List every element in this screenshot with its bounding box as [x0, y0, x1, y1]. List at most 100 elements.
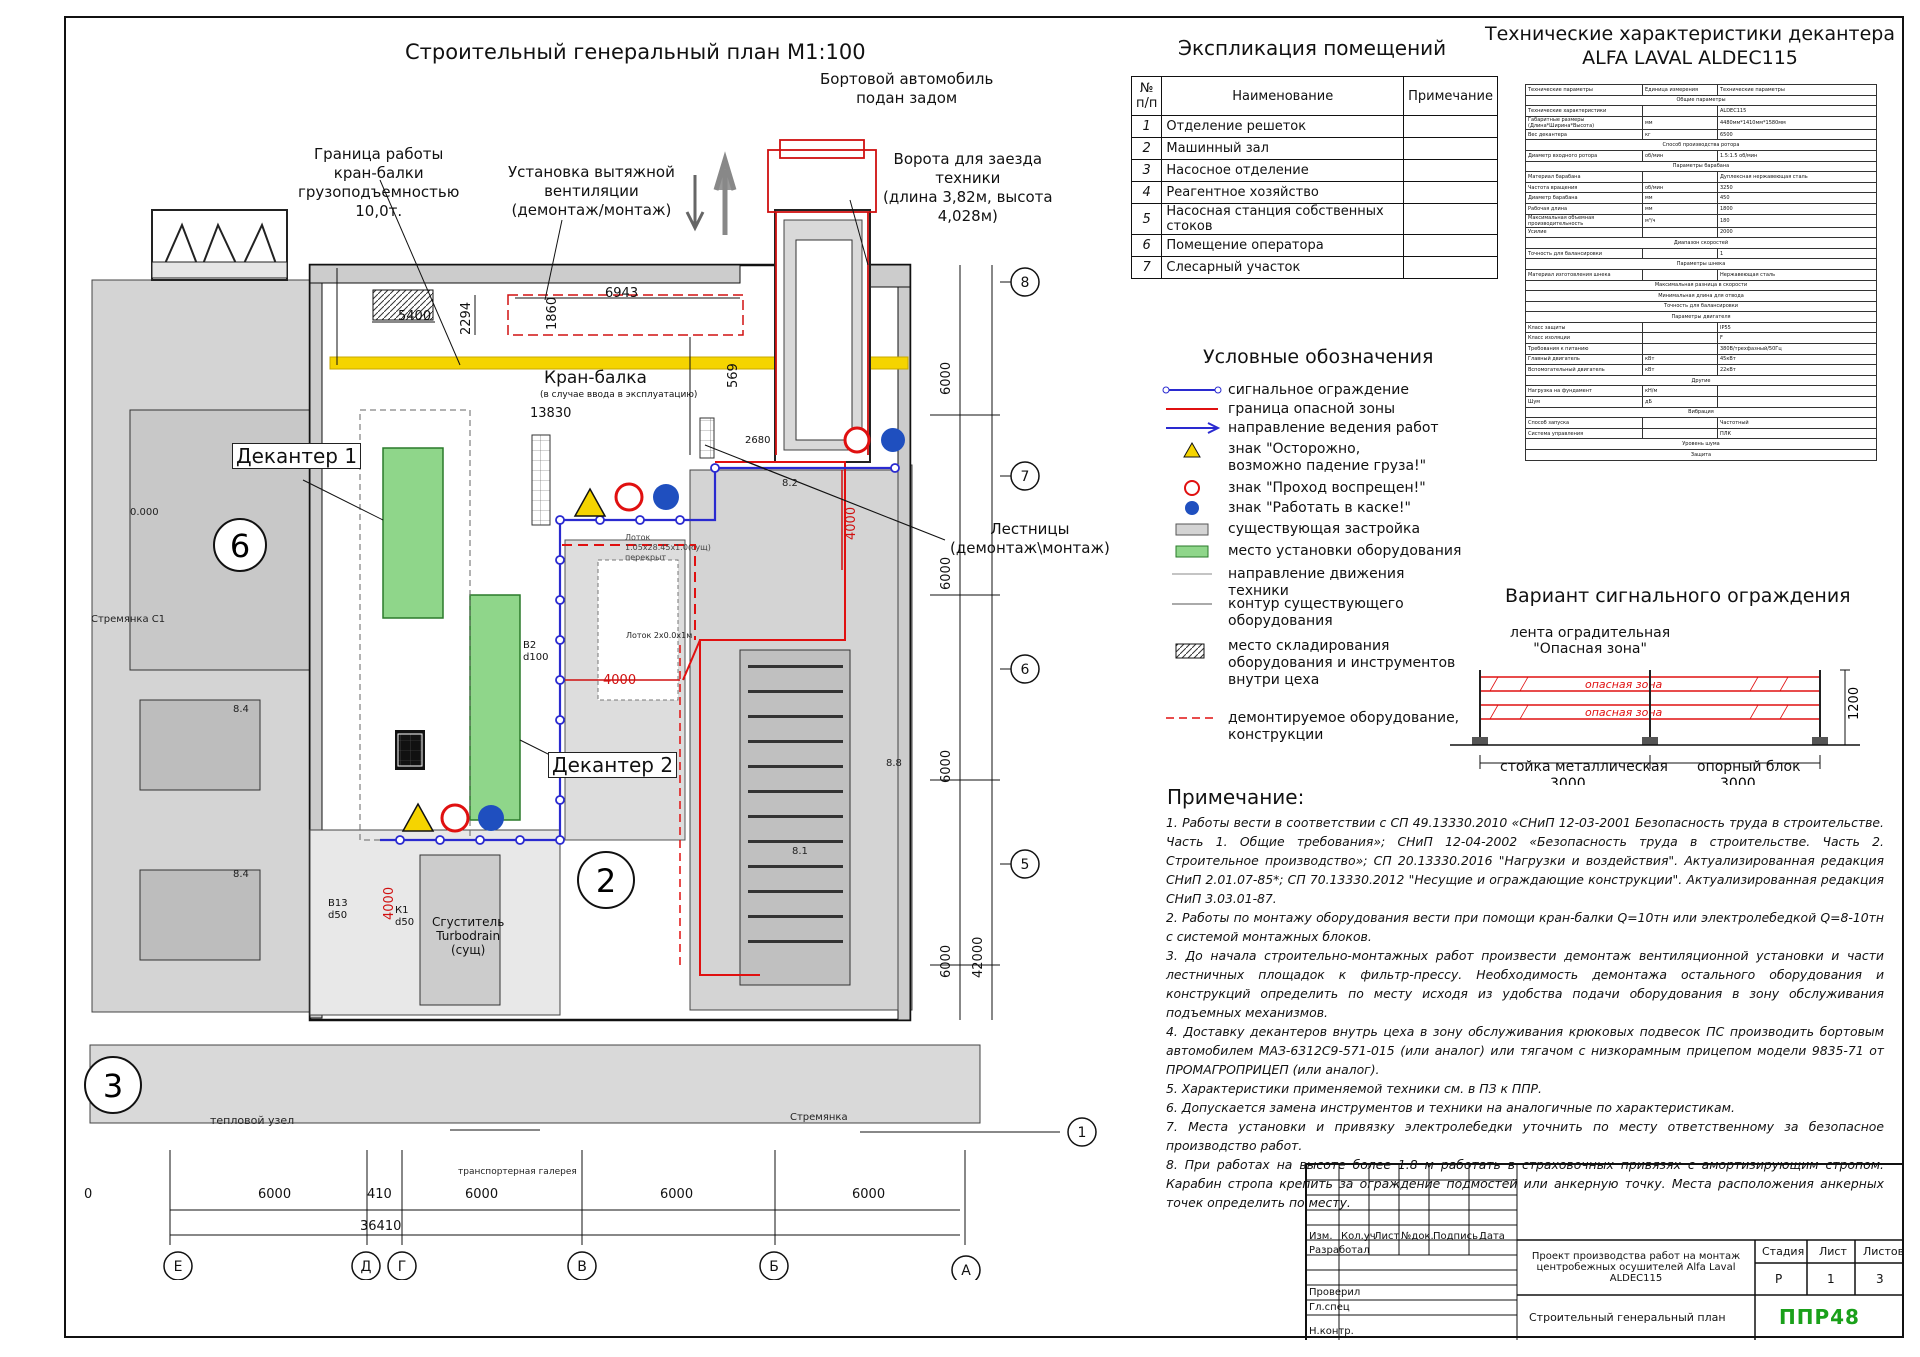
fence-dim-1: 3000	[1550, 776, 1586, 785]
col-note: Примечание	[1403, 76, 1498, 116]
company-logo: ППР48	[1779, 1305, 1860, 1329]
table-row: 6 Помещение оператора	[1130, 234, 1498, 257]
note-item: 2. Работы по монтажу оборудования вести …	[1166, 910, 1884, 944]
role-norm-control: Н.контр.	[1309, 1326, 1354, 1337]
crane-note: (в случае ввода в эксплуатацию)	[540, 390, 698, 400]
dim-6000-v3: 6000	[939, 750, 954, 783]
axis-label: 5	[1021, 857, 1030, 873]
stair-a	[531, 434, 551, 526]
block-8-4b	[139, 869, 261, 961]
table-row: 1 Отделение решеток	[1130, 115, 1498, 138]
axis-label: А	[961, 1263, 971, 1279]
spec-row: Нагрузка на фундамент кН/м	[1525, 385, 1877, 398]
spec-row: Диаметр входного ротора об/мин 1.5:1.5 об/…	[1525, 149, 1877, 162]
dim-6943: 6943	[605, 286, 638, 301]
notes-title: Примечание:	[1167, 785, 1305, 809]
falling-load-sign-icon	[1183, 441, 1201, 458]
level-mark: 0.000	[130, 507, 159, 518]
room-number-2: 2	[596, 862, 616, 900]
dim-6000-h1: 6000	[258, 1187, 291, 1202]
spec-row: Минимальная длина для отвода	[1525, 290, 1877, 302]
spec-row: Способ производства ротора	[1525, 139, 1877, 151]
spec-row: Общие параметры	[1525, 94, 1877, 107]
site-plan: 8 7 6 5 1 Е Д Г В Б А 6 2 3 6943 5400 13…	[84, 139, 1097, 1280]
spec-row: Рабочая длина мм 1800	[1525, 202, 1877, 215]
specs-title: Технические характеристики декантера ALF…	[1485, 23, 1896, 69]
explication-title: Экспликация помещений	[1178, 36, 1447, 60]
spec-row: Частота вращения об/мин 3250	[1525, 181, 1877, 194]
spec-row: Вес декантера кг 6500	[1525, 128, 1877, 141]
spec-row: Габаритные размеры (Длина*Ширина*Высота)…	[1525, 115, 1877, 130]
project-name: Проект производства работ на монтаж цент…	[1531, 1251, 1741, 1284]
transport-gallery: транспортерная галерея	[458, 1167, 577, 1177]
dim-4000-a: 4000	[603, 673, 636, 688]
b13-label: В13 d50	[328, 898, 348, 921]
sheets-label: Листов	[1863, 1245, 1905, 1258]
no-entry-sign-icon	[1184, 480, 1200, 496]
notes: 1. Работы вести в соответствии с СП 49.1…	[1166, 813, 1884, 1212]
spec-row: Класс изоляции F	[1525, 332, 1877, 345]
spec-row: Уровень шума	[1525, 438, 1877, 450]
fence-block-label: опорный блок	[1697, 759, 1801, 775]
role-checked: Проверил	[1309, 1287, 1361, 1298]
spec-row: Параметры шнека	[1525, 258, 1877, 270]
existing-contour-symbol	[1172, 603, 1212, 605]
danger-zone-symbol	[1166, 408, 1218, 410]
arrow-up	[713, 151, 737, 235]
mark-8-4b: 8.4	[233, 869, 249, 880]
title-block: Изм. Кол.уч Лист №док. Подпись Дата Разр…	[1305, 1163, 1904, 1340]
room-number-6: 6	[230, 527, 250, 565]
axis-label: 8	[1021, 275, 1030, 291]
spec-row: Защита	[1525, 449, 1877, 461]
dim-6000-h2: 6000	[465, 1187, 498, 1202]
explication-table: № п/п Наименование Примечание 1 Отделение…	[1130, 76, 1498, 279]
stage-value: Р	[1775, 1272, 1783, 1286]
note-item: 7. Места установки и привязку электролеб…	[1166, 1119, 1884, 1153]
table-row: 4 Реагентное хозяйство	[1130, 181, 1498, 204]
spec-row: Диаметр барабана мм 450	[1525, 192, 1877, 204]
b2-label: В2 d100	[523, 640, 549, 663]
spec-row: Параметры двигателя	[1525, 311, 1877, 323]
vehicle-label: Бортовой автомобиль подан задом	[820, 70, 994, 107]
spec-row: Шум дБ	[1525, 396, 1877, 408]
vent-label: Установка вытяжной вентиляции (демонтаж/…	[508, 163, 675, 219]
arrow-down	[685, 175, 705, 232]
sheets-value: 3	[1876, 1272, 1884, 1286]
dim-13830: 13830	[530, 406, 571, 421]
note-item: 5. Характеристики применяемой техники см…	[1166, 1081, 1542, 1096]
fence-post-label: стойка металлическая	[1500, 759, 1668, 775]
decanter-1-label: Декантер 1	[232, 443, 362, 469]
ladder: Стремянка	[790, 1112, 848, 1123]
note-item: 3. До начала строительно-монтажных работ…	[1166, 948, 1884, 1020]
crane-beam-label: Кран-балка	[544, 368, 647, 388]
stamp-col-list: Лист	[1374, 1231, 1400, 1242]
table-row: 5 Насосная станция собственных стоков	[1130, 203, 1498, 235]
spec-row: Параметры барабана	[1525, 160, 1877, 173]
dim-6000-h4: 6000	[852, 1187, 885, 1202]
specs-table: Технические параметры Единица измерения Те…	[1525, 84, 1877, 461]
signal-fence-symbol	[1162, 386, 1222, 394]
dim-0: 0	[84, 1187, 92, 1202]
mark-8-4a: 8.4	[233, 704, 249, 715]
dim-6000-v2: 6000	[939, 557, 954, 590]
legend-title: Условные обозначения	[1203, 346, 1434, 368]
stair-b	[699, 417, 715, 459]
dim-2294: 2294	[459, 302, 474, 335]
table-row: 7 Слесарный участок	[1130, 256, 1498, 279]
spec-row: Класс защиты IP55	[1525, 321, 1877, 334]
dim-5400: 5400	[398, 309, 431, 324]
spec-row: Главный двигатель кВт 45кВт	[1525, 353, 1877, 366]
spec-row: Система управления ПЛК	[1525, 427, 1877, 440]
axis-label: 7	[1021, 469, 1030, 485]
spec-row: Максимальная объемная производительность…	[1525, 213, 1877, 228]
spec-row: Точность для балансировки 1	[1525, 247, 1877, 260]
work-direction-symbol	[1166, 422, 1221, 434]
stage-label: Стадия	[1762, 1245, 1805, 1258]
decanter-2-footprint	[469, 594, 521, 821]
col-name: Наименование	[1161, 76, 1405, 116]
axis-label: В	[577, 1259, 587, 1275]
stamp-col-sign: Подпись	[1433, 1231, 1478, 1242]
note-item: 6. Допускается замена инструментов и тех…	[1166, 1100, 1735, 1115]
stamp-col-kol: Кол.уч	[1341, 1231, 1376, 1242]
fence-height: 1200	[1847, 687, 1862, 720]
